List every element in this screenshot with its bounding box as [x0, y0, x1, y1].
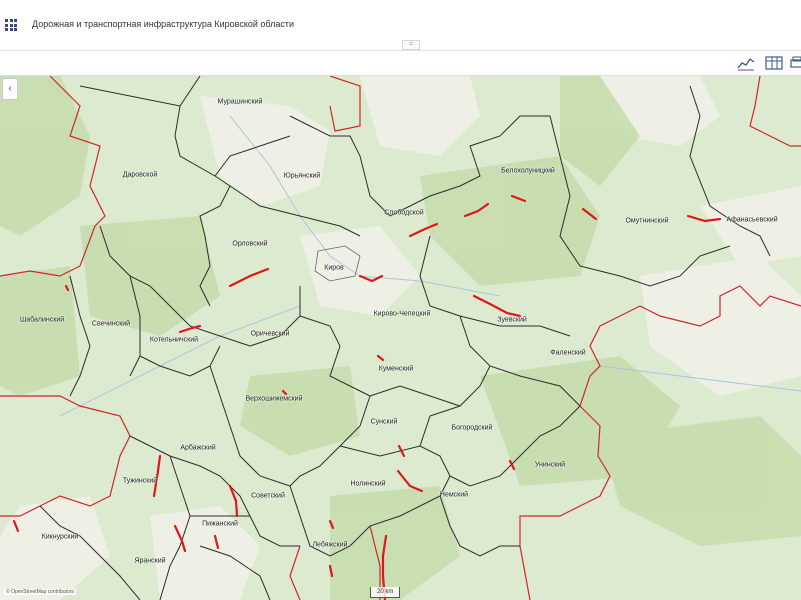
app-header: Дорожная и транспортная инфраструктура К…	[0, 0, 801, 51]
region-label: Оричевский	[250, 330, 290, 338]
region-label: Пижанский	[202, 520, 238, 528]
region-label: Омутнинский	[625, 217, 669, 225]
app-title: Дорожная и транспортная инфраструктура К…	[32, 19, 295, 29]
region-label: Нолинский	[350, 480, 386, 488]
region-label: Афанасьевский	[726, 216, 778, 224]
region-label: Слободской	[384, 209, 424, 217]
region-label: Белохолуницкий	[501, 167, 555, 175]
collapse-header-handle[interactable]: =	[402, 40, 420, 50]
table-icon[interactable]	[764, 54, 784, 72]
region-label: Немский	[439, 491, 469, 499]
map-scale-bar: 20 km	[370, 587, 401, 598]
region-label: Советский	[251, 492, 285, 500]
apps-grid-icon[interactable]	[5, 19, 17, 31]
chart-icon[interactable]	[736, 54, 756, 72]
map-view[interactable]: ‹ Мурашинский Даровской Юрьянский Белохо…	[0, 76, 801, 600]
region-label: Свечинский	[91, 320, 131, 328]
region-label: Котельничский	[149, 336, 199, 344]
region-label: Фаленский	[550, 349, 586, 357]
region-label: Сунский	[370, 418, 398, 426]
region-label: Кирово-Чепецкий	[373, 310, 431, 318]
region-label: Унинский	[534, 461, 566, 469]
region-label: Шабалинский	[19, 316, 65, 324]
region-label: Верхошижемский	[245, 395, 303, 403]
region-label: Богородский	[451, 424, 493, 432]
region-label: Арбажский	[180, 444, 216, 452]
region-label: Киров	[324, 264, 344, 272]
region-label: Тужинский	[122, 477, 158, 485]
region-label: Куменский	[378, 365, 414, 373]
region-label: Яранский	[134, 557, 166, 565]
region-label: Даровской	[122, 171, 158, 179]
region-label: Зуевский	[497, 316, 527, 324]
map-attribution[interactable]: © OpenStreetMap contributors	[4, 589, 76, 595]
map-toolbar	[0, 51, 801, 76]
region-label: Орловский	[232, 240, 268, 248]
region-label: Лебяжский	[312, 541, 348, 549]
sidebar-toggle-button[interactable]: ‹	[2, 78, 18, 100]
print-icon[interactable]	[790, 54, 801, 72]
region-label: Мурашинский	[217, 98, 263, 106]
map-canvas	[0, 76, 801, 600]
region-label: Юрьянский	[283, 172, 321, 180]
region-label: Кикнурский	[41, 533, 79, 541]
